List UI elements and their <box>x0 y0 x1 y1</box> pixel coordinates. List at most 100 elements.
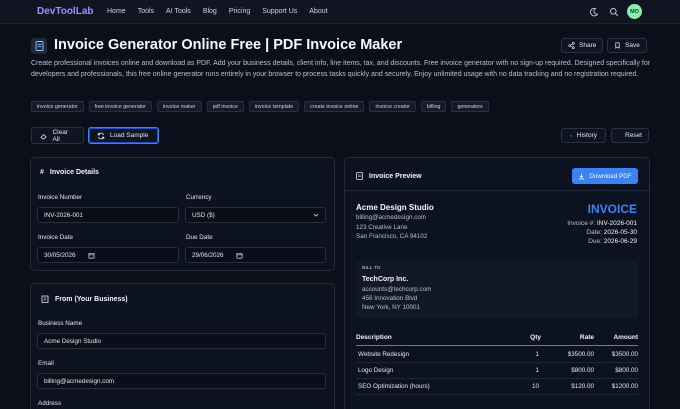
tag-chip[interactable]: pdf invoice <box>206 101 244 112</box>
tag-chip[interactable]: invoice maker <box>156 101 202 112</box>
invoice-due-line: Due: 2026-06-29 <box>588 238 637 245</box>
search-icon[interactable] <box>609 7 619 17</box>
divider <box>345 190 649 191</box>
nav-link-about[interactable]: About <box>309 8 327 15</box>
history-label: History <box>576 132 597 139</box>
due-date-input[interactable]: 29/06/2026 <box>185 247 326 263</box>
eraser-icon <box>40 133 47 139</box>
calendar-icon[interactable] <box>236 252 243 259</box>
tag-chip[interactable]: invoice generator <box>31 101 84 112</box>
column-header-description: Description <box>356 334 392 341</box>
line-item-description: Website Redesign <box>358 351 409 358</box>
email-value: billing@acmedesign.com <box>44 377 115 385</box>
invoice-due-key: Due: <box>588 238 602 245</box>
tag-chip[interactable]: billing <box>420 101 447 112</box>
invoice-date-value: 30/05/2026 <box>44 251 76 259</box>
line-item-description: Logo Design <box>358 367 394 374</box>
business-name-label: Business Name <box>38 320 83 327</box>
line-item-qty: 10 <box>531 383 539 390</box>
moon-icon[interactable] <box>589 7 599 17</box>
due-date-label: Due Date <box>186 234 213 241</box>
due-date-value: 29/06/2026 <box>192 251 224 259</box>
nav-link-ai-tools[interactable]: AI Tools <box>166 8 191 15</box>
site-logo[interactable]: DevToolLab <box>37 6 93 17</box>
line-item-description: SEO Optimization (hours) <box>358 383 430 390</box>
user-avatar[interactable]: MO <box>627 4 642 19</box>
share-button[interactable]: Share <box>561 38 604 53</box>
invoice-number-value: INV-2026-001 <box>44 211 83 219</box>
invoice-preview-heading: Invoice Preview <box>356 172 422 180</box>
nav-link-tools[interactable]: Tools <box>138 8 154 15</box>
invoice-details-heading: # Invoice Details <box>40 169 99 176</box>
invoice-number-input[interactable]: INV-2026-001 <box>37 207 179 223</box>
line-item-amount: $3500.00 <box>611 351 638 358</box>
email-label: Email <box>38 360 54 367</box>
nav-link-pricing[interactable]: Pricing <box>229 8 250 15</box>
tag-chip[interactable]: create invoice online <box>304 101 365 112</box>
invoice-details-title: Invoice Details <box>49 169 99 176</box>
nav-link-support-us[interactable]: Support Us <box>262 8 297 15</box>
nav-link-blog[interactable]: Blog <box>203 8 217 15</box>
load-sample-button[interactable]: Load Sample <box>88 127 159 144</box>
tag-chip[interactable]: invoice template <box>248 101 300 112</box>
row-divider <box>356 362 638 363</box>
refresh-icon <box>97 132 105 139</box>
invoice-number-label: Invoice Number <box>38 194 83 201</box>
client-address-2: New York, NY 10001 <box>362 304 420 311</box>
client-address-1: 456 Innovation Blvd <box>362 295 418 302</box>
download-pdf-label: Download PDF <box>589 172 632 180</box>
column-header-qty: Qty <box>530 334 541 341</box>
clock-icon <box>570 134 572 137</box>
invoice-heading: INVOICE <box>587 202 637 216</box>
download-icon <box>579 173 585 179</box>
chevron-down-icon <box>313 213 319 217</box>
line-item-rate: $120.00 <box>571 383 594 390</box>
invoice-date-line: Date: 2026-05-30 <box>586 229 637 236</box>
line-item-amount: $1200.00 <box>611 383 638 390</box>
invoice-preview-title: Invoice Preview <box>369 172 422 180</box>
client-email: accounts@techcorp.com <box>362 286 432 293</box>
document-icon <box>31 38 47 54</box>
tag-chip[interactable]: free invoice generator <box>88 101 152 112</box>
currency-select[interactable]: USD ($) <box>185 207 326 223</box>
currency-label: Currency <box>186 194 212 201</box>
invoice-number-text: INV-2026-001 <box>596 220 637 227</box>
history-button[interactable]: History <box>561 128 606 143</box>
preview-business-email: billing@acmedesign.com <box>356 214 427 221</box>
nav-link-home[interactable]: Home <box>107 8 126 15</box>
tag-chip[interactable]: invoice creator <box>369 101 416 112</box>
save-label: Save <box>625 42 640 49</box>
client-name: TechCorp Inc. <box>362 276 409 283</box>
currency-value: USD ($) <box>192 211 215 219</box>
business-name-value: Acme Design Studio <box>44 337 102 345</box>
share-label: Share <box>579 42 597 49</box>
email-field[interactable]: billing@acmedesign.com <box>37 373 326 389</box>
column-header-rate: Rate <box>579 334 594 341</box>
top-navigation: DevToolLab Home Tools AI Tools Blog Pric… <box>0 0 680 24</box>
tag-chip[interactable]: generators <box>451 101 489 112</box>
business-name-input[interactable]: Acme Design Studio <box>37 333 326 349</box>
document-icon <box>356 172 363 180</box>
invoice-date-input[interactable]: 30/05/2026 <box>37 247 179 263</box>
row-divider <box>356 394 638 395</box>
line-item-qty: 1 <box>535 351 539 358</box>
reset-button[interactable]: Reset <box>611 128 649 143</box>
line-item-rate: $3500.00 <box>567 351 594 358</box>
address-label: Address <box>38 400 62 407</box>
bill-to-heading: BILL TO <box>362 266 381 271</box>
download-pdf-button[interactable]: Download PDF <box>572 168 638 184</box>
table-header-divider <box>356 345 638 346</box>
reset-label: Reset <box>625 132 642 139</box>
preview-business-name: Acme Design Studio <box>356 203 434 212</box>
save-button[interactable]: Save <box>607 38 647 53</box>
preview-business-address-2: San Francisco, CA 94102 <box>356 233 428 240</box>
invoice-due-text: 2026-06-29 <box>603 238 637 245</box>
tag-list: invoice generator free invoice generator… <box>31 101 489 112</box>
line-item-rate: $800.00 <box>571 367 594 374</box>
invoice-number-key: Invoice #: <box>567 220 596 227</box>
clear-all-button[interactable]: Clear All <box>31 127 84 144</box>
page-description: Create professional invoices online and … <box>31 60 651 78</box>
line-item-amount: $800.00 <box>615 367 638 374</box>
nav-links: Home Tools AI Tools Blog Pricing Support… <box>107 8 328 15</box>
calendar-icon[interactable] <box>88 252 95 259</box>
